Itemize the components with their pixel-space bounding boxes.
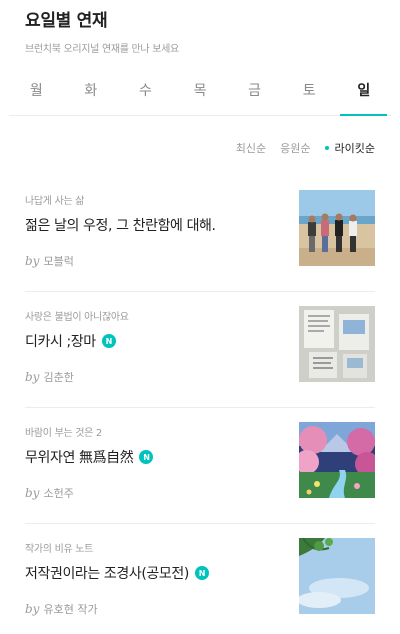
magazine-name: 작가의 비유 노트	[25, 544, 94, 555]
list-item[interactable]: 사랑은 불법이 아니잖아요 디카시 ;장마 N by 김춘한	[25, 292, 375, 408]
sky-leaves-thumbnail[interactable]	[299, 538, 375, 614]
sort-likeit-label: 라이킷순	[334, 142, 375, 155]
active-dot-icon	[324, 146, 329, 150]
wall-notes-thumbnail[interactable]	[299, 306, 375, 382]
tab-fri[interactable]: 금	[227, 78, 282, 115]
page-subtitle: 브런치북 오리지널 연재를 만나 보세요	[25, 44, 179, 55]
new-badge-icon: N	[194, 566, 209, 580]
tab-wed[interactable]: 수	[118, 78, 173, 115]
article-list: 나답게 사는 삶 젊은 날의 우정, 그 찬란함에 대해. by 모블럭 사랑은…	[25, 176, 375, 634]
magazine-name: 나답게 사는 삶	[25, 196, 85, 207]
author-name: 모블럭	[43, 255, 74, 268]
author-name: 김춘한	[43, 371, 74, 384]
tab-tue[interactable]: 화	[64, 78, 119, 115]
sort-options: 최신순 응원순 라이킷순	[222, 140, 375, 156]
author-name: 유호현 작가	[43, 603, 98, 616]
article-title-text: 디카시 ;장마	[25, 334, 96, 350]
beach-friends-thumbnail[interactable]	[299, 190, 375, 266]
article-author[interactable]: by 김춘한	[25, 369, 285, 385]
article-title-text: 젊은 날의 우정, 그 찬란함에 대해.	[25, 218, 216, 234]
tab-sat[interactable]: 토	[282, 78, 337, 115]
by-label: by	[25, 486, 40, 500]
tab-mon[interactable]: 월	[9, 78, 64, 115]
new-badge-icon: N	[101, 334, 116, 348]
article-title-text: 무위자연 無爲自然	[25, 450, 134, 466]
article-author[interactable]: by 유호현 작가	[25, 601, 285, 617]
article-title-text: 저작권이라는 조경사(공모전)	[25, 566, 189, 582]
blossom-river-thumbnail[interactable]	[299, 422, 375, 498]
article-title[interactable]: 무위자연 無爲自然 N	[25, 447, 285, 467]
magazine-name: 바람이 부는 것은 2	[25, 428, 102, 439]
new-badge-icon: N	[139, 450, 154, 464]
page-title: 요일별 연재	[25, 11, 108, 31]
article-author[interactable]: by 모블럭	[25, 253, 285, 269]
sort-likeit[interactable]: 라이킷순	[324, 140, 375, 156]
author-name: 소헌주	[43, 487, 74, 500]
article-title[interactable]: 저작권이라는 조경사(공모전) N	[25, 563, 285, 583]
article-title[interactable]: 젊은 날의 우정, 그 찬란함에 대해.	[25, 215, 285, 235]
tab-sun[interactable]: 일	[336, 78, 391, 116]
article-author[interactable]: by 소헌주	[25, 485, 285, 501]
magazine-name: 사랑은 불법이 아니잖아요	[25, 312, 129, 323]
sort-cheer[interactable]: 응원순	[280, 140, 310, 156]
weekday-tabs: 월 화 수 목 금 토 일	[9, 78, 391, 116]
page-header: 요일별 연재	[25, 6, 108, 31]
by-label: by	[25, 370, 40, 384]
tab-thu[interactable]: 목	[173, 78, 228, 115]
list-item[interactable]: 작가의 비유 노트 저작권이라는 조경사(공모전) N by 유호현 작가	[25, 524, 375, 634]
article-title[interactable]: 디카시 ;장마 N	[25, 331, 285, 351]
sort-latest[interactable]: 최신순	[236, 140, 266, 156]
list-item[interactable]: 나답게 사는 삶 젊은 날의 우정, 그 찬란함에 대해. by 모블럭	[25, 176, 375, 292]
by-label: by	[25, 602, 40, 616]
by-label: by	[25, 254, 40, 268]
list-item[interactable]: 바람이 부는 것은 2 무위자연 無爲自然 N by 소헌주	[25, 408, 375, 524]
